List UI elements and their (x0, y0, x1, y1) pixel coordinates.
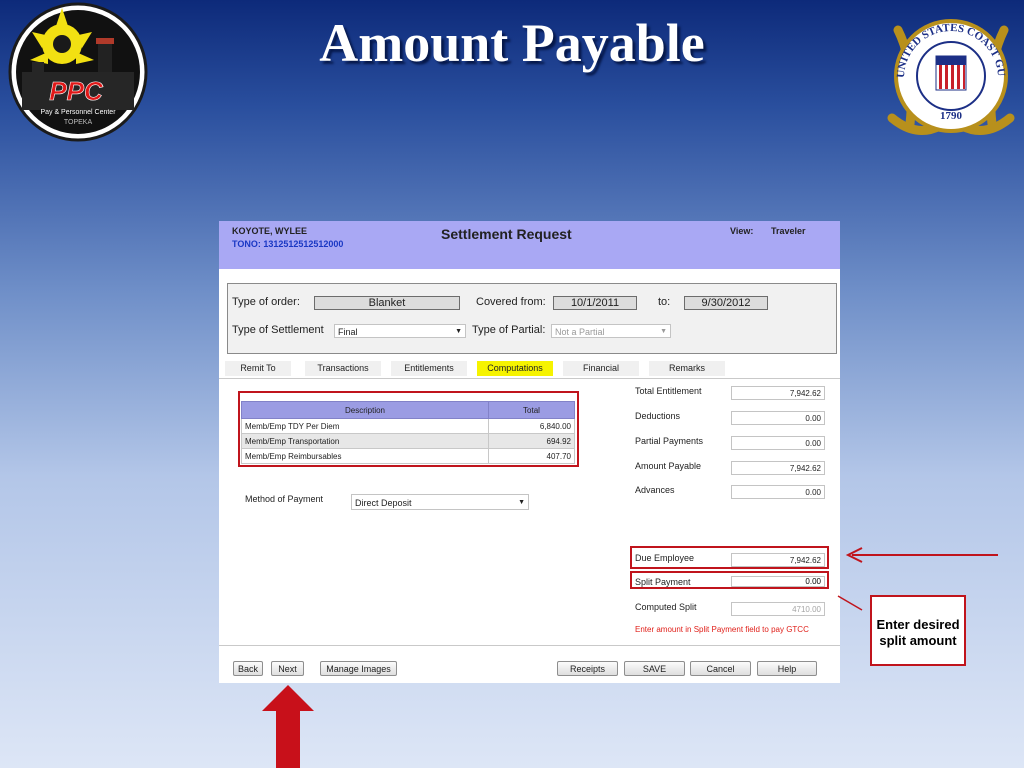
back-button[interactable]: Back (233, 661, 263, 676)
chevron-down-icon: ▼ (455, 328, 462, 335)
computed-split-field: 4710.00 (731, 602, 825, 616)
table-row: Memb/Emp Transportation 694.92 (241, 433, 575, 449)
red-arrow-left-icon (845, 547, 998, 563)
chevron-down-icon: ▼ (660, 328, 667, 335)
app-header: KOYOTE, WYLEE TONO: 1312512512512000 Set… (219, 221, 840, 269)
tab-financial[interactable]: Financial (563, 361, 639, 376)
red-up-arrow-icon (262, 685, 314, 768)
ppc-logo-city: TOPEKA (64, 119, 93, 126)
due-employee-label: Due Employee (635, 553, 695, 563)
row-total: 694.92 (488, 433, 575, 449)
manage-images-button[interactable]: Manage Images (320, 661, 397, 676)
to-date-field: 9/30/2012 (684, 296, 768, 310)
next-button[interactable]: Next (271, 661, 304, 676)
callout-connector-line (837, 595, 863, 611)
advances-field: 0.00 (731, 485, 825, 499)
callout-line-1: Enter desired (876, 617, 960, 632)
footer-divider (219, 645, 840, 646)
ppc-logo-subtitle: Pay & Personnel Center (40, 109, 116, 116)
column-header-description: Description (241, 401, 489, 419)
type-of-settlement-select[interactable]: Final ▼ (334, 324, 466, 338)
amount-payable-field: 7,942.62 (731, 461, 825, 475)
tono-number: TONO: 1312512512512000 (232, 239, 344, 249)
ppc-logo-icon: PPC Pay & Personnel Center TOPEKA (8, 2, 148, 142)
type-of-partial-select[interactable]: Not a Partial ▼ (551, 324, 671, 338)
total-entitlement-field: 7,942.62 (731, 386, 825, 400)
receipts-button[interactable]: Receipts (557, 661, 618, 676)
split-payment-input[interactable] (731, 576, 825, 587)
row-description: Memb/Emp TDY Per Diem (241, 418, 489, 434)
method-of-payment-label: Method of Payment (245, 494, 324, 504)
row-description: Memb/Emp Reimbursables (241, 448, 489, 464)
split-payment-note: Enter amount in Split Payment field to p… (635, 625, 809, 634)
tab-entitlements[interactable]: Entitlements (391, 361, 467, 376)
row-description: Memb/Emp Transportation (241, 433, 489, 449)
partial-payments-label: Partial Payments (635, 436, 704, 446)
method-of-payment-select[interactable]: Direct Deposit ▼ (351, 494, 529, 510)
uscg-seal-icon: UNITED STATES COAST GUARD 1790 (880, 6, 1015, 135)
tab-bar: Remit To Transactions Entitlements Compu… (219, 361, 840, 377)
tab-computations[interactable]: Computations (477, 361, 553, 376)
tab-remit-to[interactable]: Remit To (225, 361, 291, 376)
page-title: Settlement Request (441, 226, 572, 242)
partial-payments-field: 0.00 (731, 436, 825, 450)
tab-divider (219, 378, 840, 379)
save-button[interactable]: SAVE (624, 661, 685, 676)
table-row: Memb/Emp TDY Per Diem 6,840.00 (241, 418, 575, 434)
uscg-seal-year: 1790 (940, 110, 963, 122)
annotation-callout: Enter desired split amount (870, 595, 966, 666)
cancel-button[interactable]: Cancel (690, 661, 751, 676)
to-label: to: (658, 296, 671, 308)
advances-label: Advances (635, 485, 675, 495)
computations-table: Description Total Memb/Emp TDY Per Diem … (241, 401, 575, 464)
deductions-label: Deductions (635, 411, 681, 421)
split-payment-label: Split Payment (635, 577, 691, 587)
tab-transactions[interactable]: Transactions (305, 361, 381, 376)
type-of-partial-label: Type of Partial: (472, 324, 546, 336)
amount-payable-label: Amount Payable (635, 461, 702, 471)
ppc-logo-text: PPC (49, 76, 104, 106)
callout-line-2: split amount (879, 633, 957, 648)
type-of-partial-value: Not a Partial (555, 327, 605, 337)
type-of-order-label: Type of order: (232, 296, 300, 308)
type-of-order-field: Blanket (314, 296, 460, 310)
chevron-down-icon: ▼ (518, 499, 525, 506)
deductions-field: 0.00 (731, 411, 825, 425)
method-of-payment-value: Direct Deposit (355, 498, 412, 508)
covered-from-field: 10/1/2011 (553, 296, 637, 310)
type-of-settlement-label: Type of Settlement (232, 324, 324, 336)
help-button[interactable]: Help (757, 661, 817, 676)
settlement-request-window: KOYOTE, WYLEE TONO: 1312512512512000 Set… (219, 221, 840, 683)
traveler-name: KOYOTE, WYLEE (232, 226, 308, 236)
table-row: Memb/Emp Reimbursables 407.70 (241, 448, 575, 464)
view-label: View: (730, 226, 754, 236)
total-entitlement-label: Total Entitlement (635, 386, 702, 396)
computed-split-label: Computed Split (635, 602, 697, 612)
row-total: 407.70 (488, 448, 575, 464)
column-header-total: Total (488, 401, 575, 419)
due-employee-field: 7,942.62 (731, 553, 825, 567)
order-info-panel: Type of order: Blanket Covered from: 10/… (227, 283, 837, 354)
row-total: 6,840.00 (488, 418, 575, 434)
type-of-settlement-value: Final (338, 327, 358, 337)
tab-remarks[interactable]: Remarks (649, 361, 725, 376)
covered-from-label: Covered from: (476, 296, 546, 308)
view-value: Traveler (771, 226, 806, 236)
